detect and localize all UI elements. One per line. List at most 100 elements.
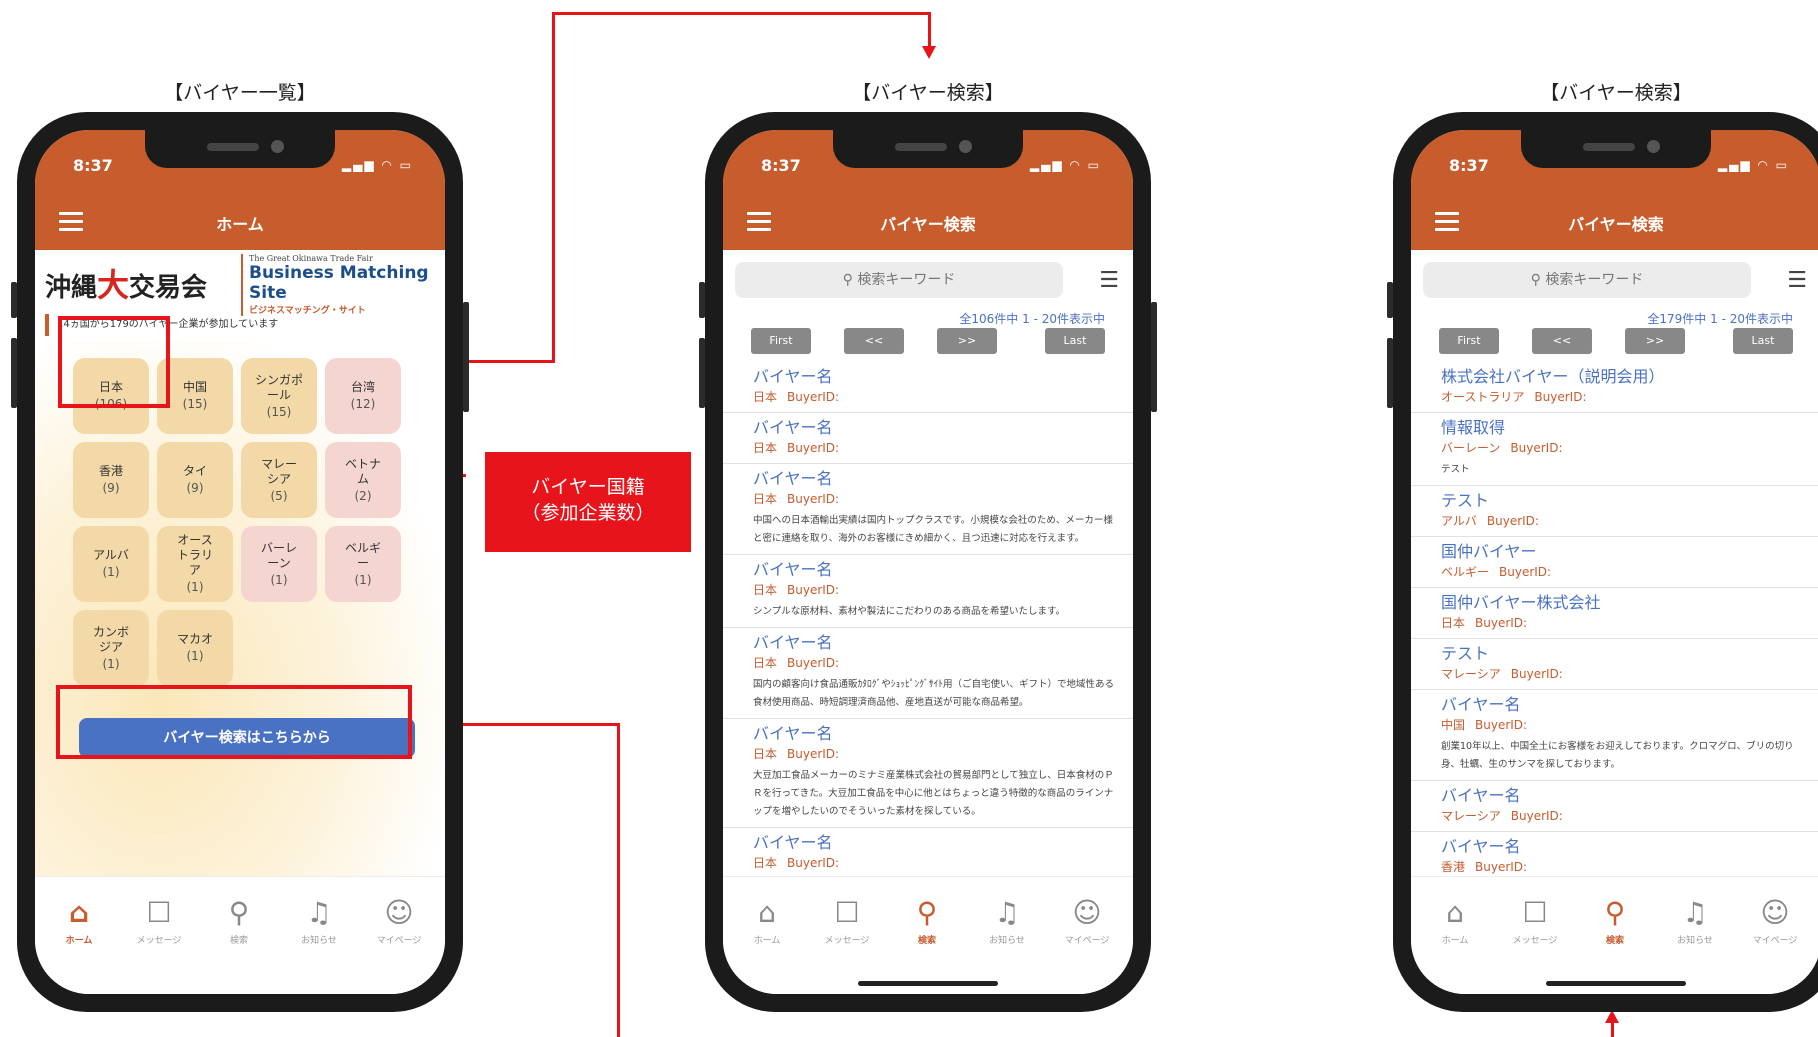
buyer-list-item[interactable]: バイヤー名 日本 BuyerID: 中国への日本酒輸出実績は国内トップクラスです。小規… <box>723 464 1133 555</box>
filter-icon[interactable]: ☰ <box>1099 268 1119 293</box>
buyer-name-link[interactable]: テスト <box>1441 490 1809 512</box>
buyer-country: 日本 <box>1441 616 1466 630</box>
buyer-name-link[interactable]: バイヤー名 <box>753 559 1121 581</box>
prev-page-button[interactable]: << <box>844 328 904 354</box>
buyer-list-item[interactable]: バイヤー名 日本 BuyerID: 国内の顧客向け食品通販ｶﾀﾛｸﾞやｼｮｯﾋﾟﾝｸﾞ… <box>723 628 1133 719</box>
buyer-name-link[interactable]: バイヤー名 <box>753 417 1121 439</box>
tab-news[interactable]: ♫ お知らせ <box>281 897 357 947</box>
buyer-id: BuyerID: <box>1475 860 1528 874</box>
buyer-name-link[interactable]: 株式会社バイヤー（説明会用） <box>1441 366 1809 388</box>
last-page-button[interactable]: Last <box>1733 328 1793 354</box>
country-tile-taiwan[interactable]: 台湾 (12) <box>325 358 401 434</box>
status-time: 8:37 <box>761 156 801 175</box>
buyer-name-link[interactable]: バイヤー名 <box>753 366 1121 388</box>
buyer-list-item[interactable]: 国仲バイヤー ベルギー BuyerID: <box>1411 537 1818 588</box>
connector-line <box>617 723 620 1037</box>
buyer-name-link[interactable]: バイヤー名 <box>753 632 1121 654</box>
last-page-button[interactable]: Last <box>1045 328 1105 354</box>
buyer-list-item[interactable]: 情報取得 バーレーン BuyerID: テスト <box>1411 413 1818 486</box>
logo-en: Business Matching Site <box>249 263 429 303</box>
buyer-list-item[interactable]: バイヤー名日本 BuyerID: <box>723 413 1133 464</box>
logo-main: 沖縄大交易会 <box>45 260 207 306</box>
logo-big: 大 <box>97 266 130 304</box>
tab-message[interactable]: ☐ メッセージ <box>809 897 885 947</box>
buyer-name-link[interactable]: バイヤー名 <box>1441 785 1809 807</box>
next-page-button[interactable]: >> <box>937 328 997 354</box>
buyer-list-item[interactable]: バイヤー名 香港 BuyerID: <box>1411 832 1818 876</box>
tab-home[interactable]: ⌂ ホーム <box>1417 896 1493 947</box>
country-tile-hongkong[interactable]: 香港 (9) <box>73 442 149 518</box>
buyer-id: BuyerID: <box>1534 390 1587 404</box>
buyer-name-link[interactable]: テスト <box>1441 643 1809 665</box>
country-tile-malaysia[interactable]: マレーシア (5) <box>241 442 317 518</box>
buyer-list-item[interactable]: テスト アルバ BuyerID: <box>1411 486 1818 537</box>
home-icon: ⌂ <box>1446 896 1464 929</box>
tab-news[interactable]: ♫ お知らせ <box>969 896 1045 947</box>
country-tile-macau[interactable]: マカオ (1) <box>157 610 233 686</box>
buyer-list-item[interactable]: バイヤー名 日本 BuyerID: <box>723 362 1133 413</box>
tab-search[interactable]: ⚲ 検索 <box>201 897 277 947</box>
country-tile-bahrain[interactable]: バーレーン (1) <box>241 526 317 602</box>
next-page-button[interactable]: >> <box>1625 328 1685 354</box>
country-tile-singapore[interactable]: シンガポール (15) <box>241 358 317 434</box>
buyer-name-link[interactable]: 情報取得 <box>1441 417 1809 439</box>
logo-suffix: 交易会 <box>129 273 208 303</box>
buyer-id: BuyerID: <box>1475 616 1528 630</box>
country-tile-thailand[interactable]: タイ (9) <box>157 442 233 518</box>
buyer-country: 中国 <box>1441 718 1466 732</box>
buyer-description: 中国への日本酒輸出実績は国内トップクラスです。小規模な会社のため、メーカー様と密… <box>753 515 1113 544</box>
country-tile-aruba[interactable]: アルバ (1) <box>73 526 149 602</box>
search-input[interactable]: ⚲ 検索キーワード <box>1423 262 1751 298</box>
country-tile-vietnam[interactable]: ベトナム (2) <box>325 442 401 518</box>
phone-frame-search-2: 8:37 ▂▄▆ ◠ ▭ バイヤー検索 ⚲ 検索キーワード ☰ 全179件中 1… <box>1387 112 1818 1012</box>
tab-mypage[interactable]: ☺ マイページ <box>1049 897 1125 947</box>
tab-mypage[interactable]: ☺ マイページ <box>1737 896 1813 947</box>
country-tile-cambodia[interactable]: カンボジア (1) <box>73 610 149 686</box>
buyer-list-item[interactable]: 国仲バイヤー株式会社日本 BuyerID: <box>1411 588 1818 639</box>
tab-home[interactable]: ⌂ ホーム <box>41 897 117 947</box>
annotation-line2: （参加企業数） <box>521 502 655 524</box>
buyer-country: 日本 <box>753 856 778 870</box>
first-page-button[interactable]: First <box>1439 328 1499 354</box>
country-tile-australia[interactable]: オーストラリア (1) <box>157 526 233 602</box>
buyer-name-link[interactable]: バイヤー名 <box>1441 836 1809 858</box>
tab-news[interactable]: ♫ お知らせ <box>1657 897 1733 947</box>
buyer-name-link[interactable]: バイヤー名 <box>1441 694 1809 716</box>
user-icon: ☺ <box>1760 896 1790 929</box>
country-tile-belgium[interactable]: ベルギー (1) <box>325 526 401 602</box>
buyer-list-item[interactable]: バイヤー名 日本 BuyerID: <box>723 828 1133 876</box>
buyer-name-link[interactable]: バイヤー名 <box>753 723 1121 745</box>
tab-search[interactable]: ⚲ 検索 <box>1577 897 1653 947</box>
buyer-name-link[interactable]: バイヤー名 <box>753 468 1121 490</box>
tab-mypage[interactable]: ☺ マイページ <box>361 897 437 947</box>
buyer-name-link[interactable]: 国仲バイヤー <box>1441 541 1809 563</box>
caption-buyer-list: 【バイヤー一覧】 <box>164 82 316 104</box>
prev-page-button[interactable]: << <box>1532 328 1592 354</box>
search-input[interactable]: ⚲ 検索キーワード <box>735 262 1063 298</box>
search-icon: ⚲ <box>916 896 938 929</box>
tab-message[interactable]: ☐ メッセージ <box>1497 897 1573 947</box>
highlight-search-button <box>56 685 412 759</box>
tab-home[interactable]: ⌂ ホーム <box>729 897 805 947</box>
buyer-list-item[interactable]: バイヤー名 日本 BuyerID: シンプルな原材料、素材や製法にこだわりのある商品を… <box>723 555 1133 628</box>
nav-bar: ホーム <box>35 196 445 250</box>
buyer-list-item[interactable]: バイヤー名 中国 BuyerID: 創業10年以上、中国全土にお客様をお迎えしておりま… <box>1411 690 1818 781</box>
bell-icon: ♫ <box>994 896 1020 929</box>
phone-frame-home: 8:37 ▂▄▆ ◠ ▭ ホーム 沖縄大交易会 The Great Okinaw… <box>11 112 469 1012</box>
buyer-id: BuyerID: <box>1510 809 1563 823</box>
first-page-button[interactable]: First <box>751 328 811 354</box>
buyer-list-item[interactable]: 株式会社バイヤー（説明会用） オーストラリア BuyerID: <box>1411 362 1818 413</box>
tab-message[interactable]: ☐ メッセージ <box>121 897 197 947</box>
filter-icon[interactable]: ☰ <box>1787 268 1807 293</box>
screen-buyer-search-2: 8:37 ▂▄▆ ◠ ▭ バイヤー検索 ⚲ 検索キーワード ☰ 全179件中 1… <box>1411 130 1818 994</box>
buyer-country: 日本 <box>753 441 778 455</box>
buyer-name-link[interactable]: 国仲バイヤー株式会社 <box>1441 592 1809 614</box>
pagination: First << >> Last <box>751 328 1105 356</box>
buyer-list-item[interactable]: バイヤー名 日本 BuyerID: 大豆加工食品メーカーのミナミ産業株式会社の貿易部門… <box>723 719 1133 828</box>
buyer-name-link[interactable]: バイヤー名 <box>753 832 1121 854</box>
tab-search[interactable]: ⚲ 検索 <box>889 896 965 947</box>
buyer-list-item[interactable]: テスト マレーシア BuyerID: <box>1411 639 1818 690</box>
buyer-id: BuyerID: <box>787 441 840 455</box>
buyer-list-item[interactable]: バイヤー名 マレーシア BuyerID: <box>1411 781 1818 832</box>
search-icon: ⚲ <box>842 272 858 288</box>
